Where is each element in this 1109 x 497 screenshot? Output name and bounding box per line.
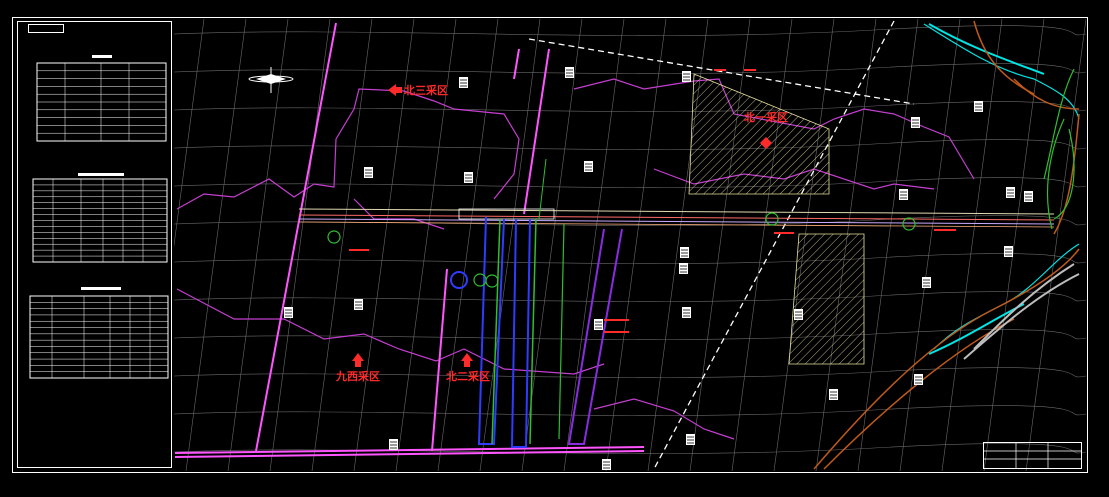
coordinate-marker-icon xyxy=(364,167,373,178)
coordinate-marker-icon xyxy=(899,189,908,200)
title-block xyxy=(983,442,1082,469)
coordinate-markers xyxy=(284,67,1033,470)
coordinate-marker-icon xyxy=(594,319,603,330)
coordinate-marker-icon xyxy=(682,307,691,318)
coordinate-marker-icon xyxy=(1004,246,1013,257)
gray-tracks xyxy=(963,263,1080,360)
coordinate-marker-icon xyxy=(1024,191,1033,202)
coordinate-marker-icon xyxy=(565,67,574,78)
coordinate-marker-icon xyxy=(680,247,689,258)
north-arrow-icon xyxy=(248,67,294,93)
legend-table xyxy=(36,55,167,142)
area-label-north-three: 北三采区 xyxy=(404,84,448,97)
area-label-north-two: 北二采区 xyxy=(446,370,490,383)
coordinate-marker-icon xyxy=(922,277,931,288)
coordinate-marker-icon xyxy=(284,307,293,318)
coordinate-marker-icon xyxy=(464,172,473,183)
coordinate-marker-icon xyxy=(459,77,468,88)
area-label-north-one: 北一采区 xyxy=(744,111,788,124)
shaft-corridors xyxy=(477,158,623,448)
parameter-table xyxy=(29,287,169,379)
coordinate-table xyxy=(32,173,168,263)
survey-grid xyxy=(174,19,1086,471)
coordinate-marker-icon xyxy=(679,263,688,274)
coordinate-marker-icon xyxy=(682,71,691,82)
coordinate-marker-icon xyxy=(584,161,593,172)
coordinate-marker-icon xyxy=(974,101,983,112)
coordinate-marker-icon xyxy=(354,299,363,310)
coordinate-marker-icon xyxy=(389,439,398,450)
main-roadway xyxy=(298,208,1055,228)
coordinate-marker-icon xyxy=(829,389,838,400)
coordinate-marker-icon xyxy=(911,117,920,128)
coordinate-marker-icon xyxy=(686,434,695,445)
mine-site-plan-map[interactable] xyxy=(174,19,1086,471)
coordinate-marker-icon xyxy=(794,309,803,320)
coordinate-marker-icon xyxy=(1006,187,1015,198)
coordinate-marker-icon xyxy=(602,459,611,470)
area-label-nine-west: 九西采区 xyxy=(336,370,380,383)
coordinate-marker-icon xyxy=(914,374,923,385)
legend-panel xyxy=(17,21,172,468)
